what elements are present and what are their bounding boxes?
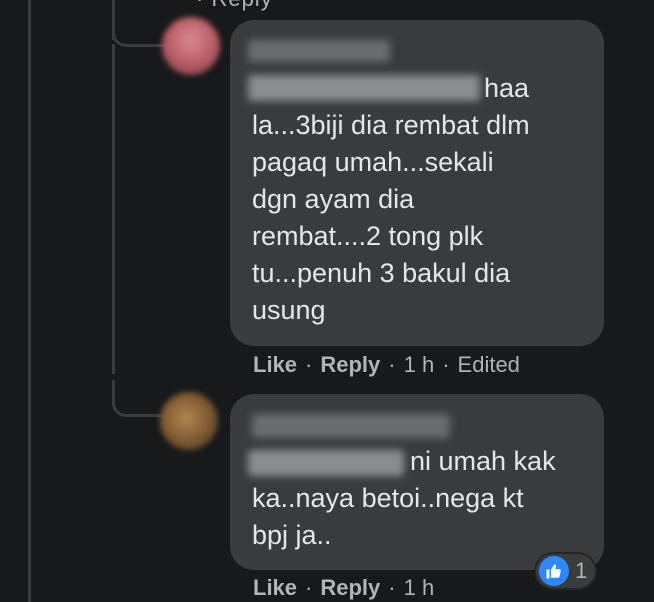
comment-text-line: rembat....2 tong plk — [252, 221, 484, 251]
comment-text-line: dgn ayam dia — [252, 184, 415, 214]
separator-dot: · — [388, 352, 396, 377]
comment-bubble: haa la...3biji dia rembat dlm pagaq umah… — [230, 20, 604, 346]
separator-dot: · — [442, 352, 450, 377]
commenter-name[interactable] — [248, 40, 390, 62]
avatar[interactable] — [162, 17, 220, 75]
reaction-summary[interactable]: 1 — [536, 554, 596, 588]
previous-reply-link[interactable]: · Reply — [196, 0, 273, 12]
comment-text-line: pagaq umah...sekali — [252, 147, 494, 177]
like-button[interactable]: Like — [253, 352, 297, 378]
reaction-count: 1 — [575, 558, 588, 583]
thumbs-up-icon — [539, 556, 569, 586]
mentioned-user[interactable] — [248, 75, 480, 101]
thread-connector — [112, 20, 167, 47]
reply-button[interactable]: Reply — [320, 352, 380, 378]
comment-text-line: ka..naya betoi..nega kt — [252, 483, 524, 513]
comment-bubble: ni umah kak ka..naya betoi..nega kt bpj … — [230, 394, 604, 570]
like-button[interactable]: Like — [253, 575, 297, 601]
commenter-name[interactable] — [252, 414, 450, 438]
comment-text-line: la...3biji dia rembat dlm — [252, 110, 530, 140]
timestamp[interactable]: 1 h — [404, 575, 435, 601]
reply-button[interactable]: Reply — [320, 575, 380, 601]
comment-text-line: haa — [484, 73, 530, 103]
mentioned-user[interactable] — [248, 450, 404, 476]
comment-text-line: bpj ja.. — [252, 520, 332, 550]
thread-connector — [112, 380, 167, 417]
comment-text-line: ni umah kak — [410, 446, 556, 476]
comment-text-line: usung — [252, 295, 326, 325]
edited-label[interactable]: Edited — [458, 352, 520, 378]
avatar[interactable] — [160, 392, 218, 450]
comment-actions: Like · Reply · 1 h — [253, 575, 434, 601]
separator-dot: · — [388, 575, 396, 600]
comment-text-line: tu...penuh 3 bakul dia — [252, 258, 511, 288]
thread-line-inner-2 — [112, 44, 115, 374]
timestamp[interactable]: 1 h — [404, 352, 435, 378]
separator-dot: · — [305, 352, 313, 377]
thread-line-outer — [28, 0, 31, 602]
comment-actions: Like · Reply · 1 h · Edited — [253, 352, 520, 378]
separator-dot: · — [305, 575, 313, 600]
